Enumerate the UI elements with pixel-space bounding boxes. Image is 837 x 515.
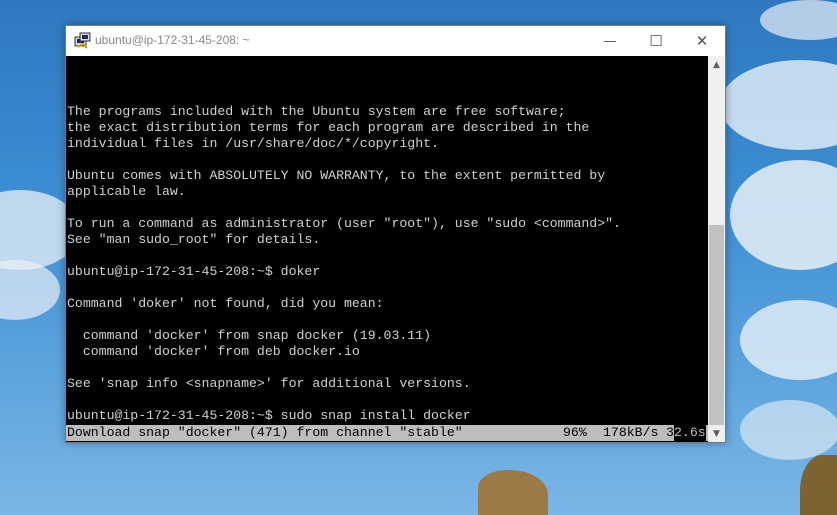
cloud bbox=[760, 0, 837, 40]
scrollbar-thumb[interactable] bbox=[709, 225, 724, 425]
maximize-button[interactable]: ☐ bbox=[633, 26, 679, 56]
download-progress-bar: Download snap "docker" (471) from channe… bbox=[66, 425, 708, 441]
progress-eta-tail: 2.6s bbox=[674, 425, 706, 441]
minimize-button[interactable]: — bbox=[587, 26, 633, 56]
terminal-line: command 'docker' from deb docker.io bbox=[67, 344, 360, 359]
close-button[interactable]: ✕ bbox=[679, 26, 725, 56]
terminal-line: applicable law. bbox=[67, 184, 186, 199]
cloud bbox=[730, 160, 837, 270]
progress-speed: 178kB/s bbox=[603, 425, 659, 440]
terminal-output[interactable]: The programs included with the Ubuntu sy… bbox=[66, 56, 708, 442]
cloud bbox=[720, 60, 837, 150]
vertical-scrollbar[interactable]: ▲ ▼ bbox=[708, 56, 725, 442]
cloud bbox=[740, 300, 837, 380]
progress-eta-head: 3 bbox=[666, 425, 674, 440]
terminal-line: Command 'doker' not found, did you mean: bbox=[67, 296, 384, 311]
putty-icon[interactable] bbox=[74, 32, 92, 50]
terminal-line: Ubuntu comes with ABSOLUTELY NO WARRANTY… bbox=[67, 168, 606, 183]
progress-message: Download snap "docker" (471) from channe… bbox=[67, 425, 463, 440]
terminal-line: command 'docker' from snap docker (19.03… bbox=[67, 328, 432, 343]
title-bar[interactable]: ubuntu@ip-172-31-45-208: ~ — ☐ ✕ bbox=[66, 26, 725, 56]
terminal-line: individual files in /usr/share/doc/*/cop… bbox=[67, 136, 439, 151]
terminal-text: The programs included with the Ubuntu sy… bbox=[67, 56, 621, 424]
scroll-up-icon[interactable]: ▲ bbox=[708, 56, 725, 73]
terminal-line: See 'snap info <snapname>' for additiona… bbox=[67, 376, 471, 391]
terminal-window: ubuntu@ip-172-31-45-208: ~ — ☐ ✕ The pro… bbox=[65, 25, 726, 443]
cloud bbox=[740, 400, 837, 460]
rock-formation bbox=[800, 455, 837, 515]
terminal-line: ubuntu@ip-172-31-45-208:~$ doker bbox=[67, 264, 321, 279]
progress-percent: 96% bbox=[563, 425, 587, 440]
rock-formation bbox=[478, 470, 548, 515]
terminal-line: the exact distribution terms for each pr… bbox=[67, 120, 590, 135]
terminal-line: The programs included with the Ubuntu sy… bbox=[67, 104, 566, 119]
cloud bbox=[0, 260, 60, 320]
terminal-line: ubuntu@ip-172-31-45-208:~$ sudo snap ins… bbox=[67, 408, 471, 423]
window-title: ubuntu@ip-172-31-45-208: ~ bbox=[95, 33, 250, 47]
terminal-line: See "man sudo_root" for details. bbox=[67, 232, 321, 247]
terminal-line: To run a command as administrator (user … bbox=[67, 216, 621, 231]
scroll-down-icon[interactable]: ▼ bbox=[708, 425, 725, 442]
